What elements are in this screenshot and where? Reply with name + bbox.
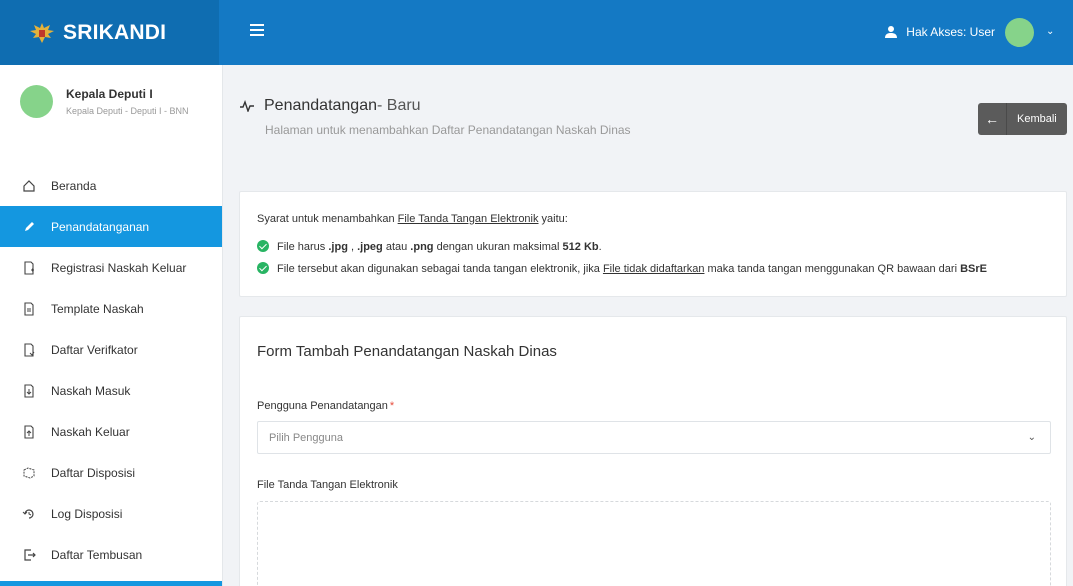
sidebar-item-penandatanganan[interactable]: Penandatanganan (0, 206, 222, 247)
sidebar-item-daftar-tembusan[interactable]: Daftar Tembusan (0, 534, 222, 575)
requirement-usage: File tersebut akan digunakan sebagai tan… (257, 262, 987, 275)
page-title: Penandatangan - Baru (240, 97, 631, 115)
sidebar-item-naskah-masuk[interactable]: Naskah Masuk (0, 370, 222, 411)
user-icon (885, 26, 898, 38)
sidebar-item-label: Daftar Disposisi (51, 465, 136, 480)
sidebar-item-label: Penandatanganan (51, 219, 150, 234)
brand[interactable]: SRIKANDI (0, 0, 219, 65)
sidebar-item-label: Beranda (51, 178, 97, 193)
profile-avatar (20, 85, 53, 118)
home-icon (22, 179, 36, 193)
file-text-icon (22, 301, 36, 316)
file-tte-link[interactable]: File Tanda Tangan Elektronik (398, 213, 539, 225)
sidebar-item-daftar-verifkator[interactable]: Daftar Verifkator (0, 329, 222, 370)
sidebar: Kepala Deputi I Kepala Deputi - Deputi I… (0, 65, 223, 586)
arrow-left-icon: ← (978, 103, 1007, 135)
pen-icon (22, 220, 36, 234)
page-header: Penandatangan - Baru Halaman untuk menam… (240, 97, 631, 137)
back-button-label: Kembali (1017, 113, 1057, 125)
signer-form-card: Form Tambah Penandatangan Naskah Dinas P… (239, 316, 1067, 586)
access-indicator: Hak Akses: User (884, 25, 995, 39)
user-avatar[interactable] (1005, 18, 1034, 47)
file-check-icon (22, 342, 36, 357)
page-subtitle: Halaman untuk menambahkan Daftar Penanda… (265, 123, 631, 137)
profile-name: Kepala Deputi I (66, 87, 153, 101)
share-icon (22, 466, 36, 480)
sidebar-item-label: Naskah Masuk (51, 383, 131, 398)
sidebar-item-label: Template Naskah (51, 301, 144, 316)
profile-role: Kepala Deputi - Deputi I - BNN (66, 106, 189, 116)
top-bar: SRIKANDI Hak Akses: User ⌄ (0, 0, 1073, 65)
check-circle-icon (257, 262, 269, 274)
sidebar-item-log-disposisi[interactable]: Log Disposisi (0, 493, 222, 534)
user-select-placeholder: Pilih Pengguna (269, 431, 344, 444)
form-title: Form Tambah Penandatangan Naskah Dinas (257, 343, 557, 360)
requirements-intro: Syarat untuk menambahkan File Tanda Tang… (257, 213, 568, 225)
file-field-label: File Tanda Tangan Elektronik (257, 479, 398, 491)
file-not-registered-link[interactable]: File tidak didaftarkan (603, 263, 705, 275)
sidebar-item-label: Naskah Keluar (51, 424, 130, 439)
sidebar-item-daftar-disposisi[interactable]: Daftar Disposisi (0, 452, 222, 493)
requirement-format: File harus .jpg , .jpeg atau .png dengan… (257, 240, 602, 253)
sidebar-item-template-naskah[interactable]: Template Naskah (0, 288, 222, 329)
requirements-card: Syarat untuk menambahkan File Tanda Tang… (239, 191, 1067, 297)
check-circle-icon (257, 240, 269, 252)
sidebar-item-label: Daftar Verifkator (51, 342, 138, 357)
user-field-label: Pengguna Penandatangan * (257, 400, 395, 412)
history-icon (22, 507, 36, 521)
sidebar-item-beranda[interactable]: Beranda (0, 165, 222, 206)
profile-panel: Kepala Deputi I Kepala Deputi - Deputi I… (0, 65, 222, 155)
file-plus-icon (22, 260, 36, 275)
sidebar-item-label: Registrasi Naskah Keluar (51, 260, 187, 275)
app-name: SRIKANDI (63, 20, 167, 44)
pulse-icon (240, 100, 254, 112)
hamburger-menu-icon[interactable] (250, 24, 264, 37)
export-icon (22, 548, 36, 562)
sidebar-item-label: Daftar Tembusan (51, 547, 143, 562)
garuda-logo (30, 22, 54, 43)
file-out-icon (22, 424, 36, 439)
sidebar-next-item-edge (0, 581, 222, 586)
sidebar-item-registrasi-naskah-keluar[interactable]: Registrasi Naskah Keluar (0, 247, 222, 288)
required-mark: * (389, 400, 395, 412)
sidebar-item-naskah-keluar[interactable]: Naskah Keluar (0, 411, 222, 452)
file-dropzone[interactable] (257, 501, 1051, 586)
chevron-down-icon: ⌄ (1027, 432, 1036, 443)
sidebar-item-label: Log Disposisi (51, 506, 123, 521)
user-select[interactable]: Pilih Pengguna ⌄ (257, 421, 1051, 454)
access-label: Hak Akses: User (906, 25, 995, 39)
chevron-down-icon[interactable]: ⌄ (1046, 26, 1054, 37)
page-title-main: Penandatangan (264, 97, 377, 114)
file-in-icon (22, 383, 36, 398)
back-button[interactable]: ← Kembali (978, 103, 1067, 135)
page-title-suffix: - Baru (377, 97, 421, 114)
